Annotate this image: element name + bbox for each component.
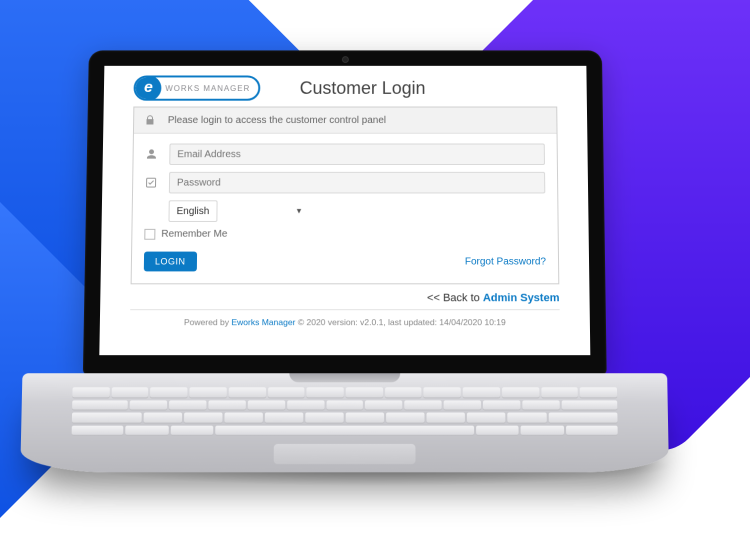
lock-icon [144,114,160,126]
footer-prefix: Powered by [184,317,232,327]
brand-logo: e WORKS MANAGER [133,76,260,101]
page-title: Customer Login [300,78,426,98]
back-line: << Back to Admin System [130,292,559,304]
brand-text: WORKS MANAGER [165,84,250,93]
chevron-down-icon: ▾ [297,206,302,217]
laptop-base [20,373,669,472]
header: e WORKS MANAGER Customer Login [133,76,557,101]
back-to-admin-link[interactable]: Admin System [483,292,560,304]
remember-row: Remember Me [144,229,546,240]
laptop-screen-frame: e WORKS MANAGER Customer Login Please lo… [83,50,607,375]
keyboard [72,387,618,435]
check-icon [145,177,161,189]
back-prefix: << Back to [427,292,483,304]
forgot-password-link[interactable]: Forgot Password? [465,256,546,267]
footer: Powered by Eworks Manager © 2020 version… [130,310,560,334]
password-input[interactable] [169,172,545,194]
email-input[interactable] [169,144,545,165]
camera-dot [343,57,348,62]
trackpad [274,444,416,464]
password-row [145,172,545,194]
email-row [145,144,545,165]
brand-mark: e [135,76,161,101]
language-select[interactable]: English [168,200,217,222]
remember-checkbox[interactable] [144,229,155,240]
screen: e WORKS MANAGER Customer Login Please lo… [99,66,590,355]
user-icon [145,148,161,160]
login-panel-heading: Please login to access the customer cont… [168,115,386,126]
login-button[interactable]: LOGIN [144,252,197,272]
laptop-mockup: e WORKS MANAGER Customer Login Please lo… [81,50,669,472]
footer-suffix: © 2020 version: v2.0.1, last updated: 14… [295,317,505,327]
language-row: English ▾ [145,200,546,222]
remember-label: Remember Me [161,229,227,240]
footer-brand-link[interactable]: Eworks Manager [231,317,295,327]
login-panel-header: Please login to access the customer cont… [134,107,557,133]
login-panel: Please login to access the customer cont… [131,107,560,285]
